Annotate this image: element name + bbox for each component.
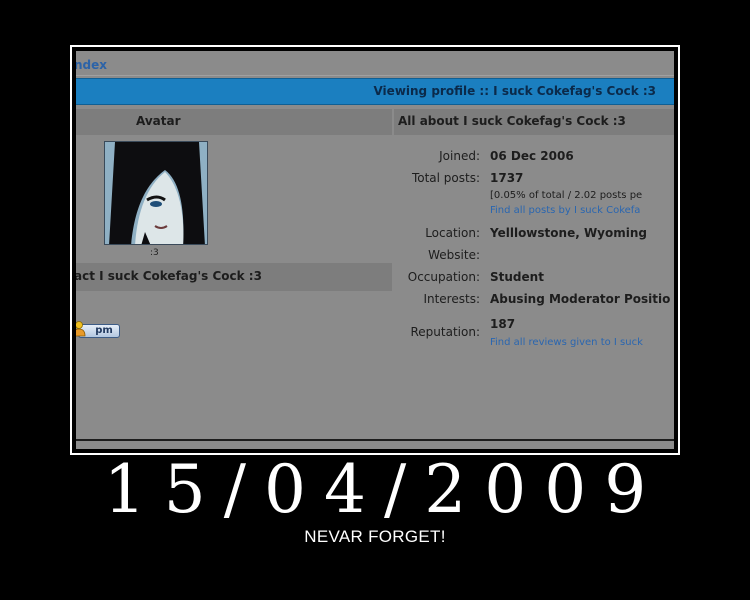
page-title: Viewing profile :: I suck Cokefag's Cock… <box>373 84 656 98</box>
divider <box>76 75 674 76</box>
location-label: Location: <box>425 226 480 240</box>
poster-frame: ndex Viewing profile :: I suck Cokefag's… <box>70 45 680 455</box>
avatar <box>104 141 208 245</box>
user-icon <box>76 321 86 337</box>
total-posts-value: 1737 <box>490 171 524 185</box>
total-posts-label: Total posts: <box>411 171 480 185</box>
joined-value: 06 Dec 2006 <box>490 149 574 163</box>
reputation-value: 187 <box>490 317 516 331</box>
find-reviews-link[interactable]: Find all reviews given to I suck <box>490 337 643 348</box>
reputation-label: Reputation: <box>410 325 481 339</box>
interests-value: Abusing Moderator Positio <box>490 292 671 306</box>
motto-caption: NEVAR FORGET! <box>304 527 446 546</box>
contact-header: act I suck Cokefag's Cock :3 <box>76 263 392 291</box>
find-posts-link[interactable]: Find all posts by I suck Cokefa <box>490 205 640 216</box>
occupation-label: Occupation: <box>407 270 480 284</box>
breadcrumb-link[interactable]: ndex <box>76 58 107 72</box>
avatar-header-label: Avatar <box>136 114 181 128</box>
forum-screenshot: ndex Viewing profile :: I suck Cokefag's… <box>76 51 674 449</box>
interests-label: Interests: <box>423 292 480 306</box>
location-value: Yelllowstone, Wyoming <box>490 226 647 240</box>
occupation-value: Student <box>490 270 544 284</box>
about-header: All about I suck Cokefag's Cock :3 <box>394 109 674 135</box>
about-header-label: All about I suck Cokefag's Cock :3 <box>398 114 626 128</box>
pm-button[interactable]: pm <box>76 321 122 341</box>
bottom-divider <box>76 439 674 441</box>
avatar-caption: :3 <box>150 248 159 258</box>
website-label: Website: <box>428 248 480 262</box>
profile-title-bar: Viewing profile :: I suck Cokefag's Cock… <box>76 78 674 105</box>
joined-label: Joined: <box>439 149 480 163</box>
date-caption: 15/04/2009 <box>103 451 665 528</box>
avatar-header: Avatar <box>76 109 392 135</box>
posts-stats: [0.05% of total / 2.02 posts pe <box>490 190 643 201</box>
contact-header-label: act I suck Cokefag's Cock :3 <box>76 269 262 283</box>
